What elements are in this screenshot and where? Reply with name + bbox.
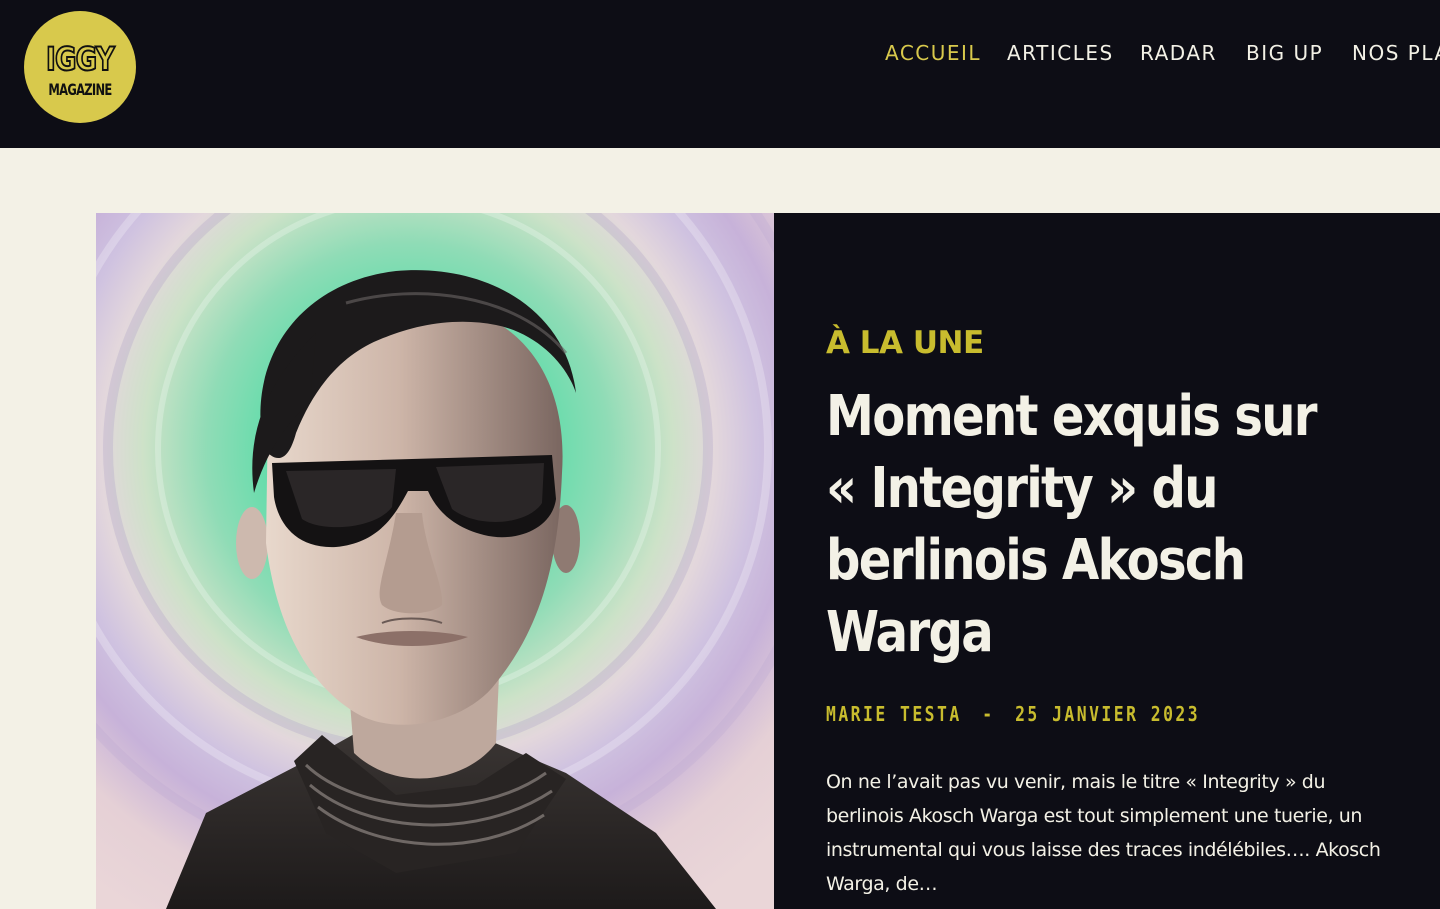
featured-article-panel: À LA UNE Moment exquis sur « Integrity »… bbox=[774, 213, 1440, 909]
featured-title-link[interactable]: Moment exquis sur « Integrity » du berli… bbox=[826, 381, 1342, 669]
logo-wordmark-magazine: MAGAZINE bbox=[48, 80, 112, 99]
nav-item-big-up[interactable]: BIG UP bbox=[1246, 40, 1323, 66]
article-date: 25 JANVIER 2023 bbox=[1015, 702, 1201, 726]
site-header: IGGY MAGAZINE ACCUEIL ARTICLES RADAR BIG… bbox=[0, 0, 1440, 148]
featured-kicker: À LA UNE bbox=[826, 325, 984, 361]
nav-item-articles[interactable]: ARTICLES bbox=[1007, 40, 1114, 66]
meta-separator: - bbox=[982, 702, 995, 726]
nav-item-accueil[interactable]: ACCUEIL bbox=[885, 40, 981, 66]
nav-item-radar[interactable]: RADAR bbox=[1140, 40, 1217, 66]
portrait-illustration bbox=[96, 213, 774, 909]
featured-article-image[interactable] bbox=[96, 213, 774, 909]
article-meta: MARIE TESTA - 25 JANVIER 2023 bbox=[826, 701, 1200, 727]
article-author[interactable]: MARIE TESTA bbox=[826, 702, 962, 726]
article-excerpt: On ne l’avait pas vu venir, mais le titr… bbox=[826, 771, 1381, 895]
main-nav: ACCUEIL ARTICLES RADAR BIG UP NOS PLA bbox=[0, 40, 1440, 68]
nav-item-nos-playlists[interactable]: NOS PLA bbox=[1352, 40, 1440, 66]
